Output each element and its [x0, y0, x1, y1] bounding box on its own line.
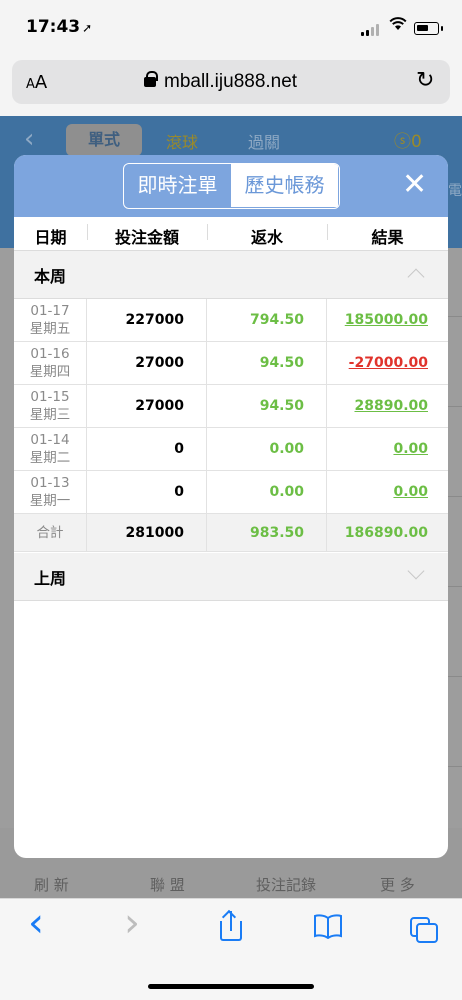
- column-result: 結果: [371, 228, 404, 247]
- nav-league: 聯 盟: [150, 876, 185, 894]
- table-row: 01-15 星期三 27000 94.50 28890.00: [14, 385, 448, 428]
- chevron-down-icon: [407, 562, 425, 580]
- result-link[interactable]: 28890.00: [327, 385, 448, 428]
- amount-cell: 227000: [87, 299, 207, 342]
- result-link[interactable]: -27000.00: [327, 342, 448, 385]
- battery-tip: [441, 26, 443, 31]
- reload-icon[interactable]: ↻: [416, 68, 434, 93]
- result-link[interactable]: 0.00: [327, 471, 448, 514]
- date-cell: 01-14 星期二: [14, 428, 87, 471]
- tab-history[interactable]: 歷史帳務: [231, 164, 338, 207]
- wifi-icon: [389, 16, 407, 35]
- table-row: 01-16 星期四 27000 94.50 -27000.00: [14, 342, 448, 385]
- this-week-rows: 01-17 星期五 227000 794.50 185000.00 01-16 星期…: [14, 299, 448, 552]
- date-cell: 01-15 星期三: [14, 385, 87, 428]
- rebate-cell: 0.00: [207, 428, 327, 471]
- this-week-header[interactable]: 本周: [14, 251, 448, 299]
- total-result: 186890.00: [344, 525, 428, 541]
- nav-bet-records: 投注記錄: [256, 876, 317, 894]
- rebate-cell: 0.00: [207, 471, 327, 514]
- browser-address-area: AA mball.iju888.net ↻: [0, 54, 462, 116]
- result-link[interactable]: 0.00: [327, 428, 448, 471]
- address-bar[interactable]: AA mball.iju888.net ↻: [12, 60, 450, 104]
- total-amount: 281000: [87, 514, 207, 552]
- back-icon[interactable]: ‹: [28, 903, 44, 943]
- table-row: 01-13 星期一 0 0.00 0.00: [14, 471, 448, 514]
- tab-parlay: 過關: [248, 133, 281, 152]
- table-header: 日期 投注金額 返水 結果: [14, 217, 448, 251]
- background-rows: [447, 316, 462, 836]
- bookmarks-icon[interactable]: [313, 913, 343, 946]
- amount-cell: 27000: [87, 385, 207, 428]
- date-cell: 01-13 星期一: [14, 471, 87, 514]
- rebate-cell: 94.50: [207, 342, 327, 385]
- tab-live: 滾球: [166, 133, 199, 152]
- column-rebate: 返水: [250, 228, 283, 247]
- home-indicator: [148, 984, 314, 989]
- rebate-cell: 794.50: [207, 299, 327, 342]
- segmented-control: 即時注單 歷史帳務: [123, 163, 340, 209]
- back-icon: ‹: [24, 124, 35, 154]
- table-row: 01-17 星期五 227000 794.50 185000.00: [14, 299, 448, 342]
- reader-aa-button[interactable]: AA: [26, 72, 47, 93]
- this-week-label: 本周: [34, 267, 67, 286]
- column-amount: 投注金額: [114, 228, 179, 247]
- lock-icon: [144, 71, 158, 87]
- chevron-up-icon: [407, 268, 425, 286]
- status-time: 17:43 ➚: [26, 17, 92, 37]
- rebate-cell: 94.50: [207, 385, 327, 428]
- column-date: 日期: [34, 228, 67, 247]
- last-week-header[interactable]: 上周: [14, 553, 448, 601]
- cellular-signal-icon: [361, 24, 383, 36]
- balance-indicator: ⓢ0: [394, 132, 422, 152]
- bet-history-modal: 即時注單 歷史帳務 ✕ 日期 投注金額 返水 結果 本周 01-17 星期五 22…: [14, 155, 448, 858]
- url-text[interactable]: mball.iju888.net: [164, 71, 297, 93]
- total-row: 合計 281000 983.50 186890.00: [14, 514, 448, 552]
- location-arrow-icon: ➚: [82, 21, 93, 35]
- amount-cell: 27000: [87, 342, 207, 385]
- nav-more: 更 多: [380, 876, 415, 894]
- tab-live-bets[interactable]: 即時注單: [124, 164, 231, 207]
- tab-single: 單式: [66, 124, 142, 156]
- status-bar: 17:43 ➚: [0, 0, 462, 54]
- amount-cell: 0: [87, 471, 207, 514]
- clock-text: 17:43: [26, 17, 81, 37]
- date-cell: 01-16 星期四: [14, 342, 87, 385]
- battery-icon: [414, 22, 439, 35]
- last-week-label: 上周: [34, 569, 67, 588]
- total-label: 合計: [14, 514, 87, 552]
- result-link[interactable]: 185000.00: [327, 299, 448, 342]
- date-cell: 01-17 星期五: [14, 299, 87, 342]
- nav-refresh: 刷 新: [34, 876, 69, 894]
- modal-header: 即時注單 歷史帳務 ✕: [14, 155, 448, 217]
- forward-icon[interactable]: ›: [124, 903, 140, 943]
- close-icon[interactable]: ✕: [402, 167, 427, 203]
- total-rebate: 983.50: [207, 514, 327, 552]
- browser-toolbar: ‹ ›: [0, 898, 462, 1000]
- side-text: 電: [448, 183, 462, 199]
- amount-cell: 0: [87, 428, 207, 471]
- table-row: 01-14 星期二 0 0.00 0.00: [14, 428, 448, 471]
